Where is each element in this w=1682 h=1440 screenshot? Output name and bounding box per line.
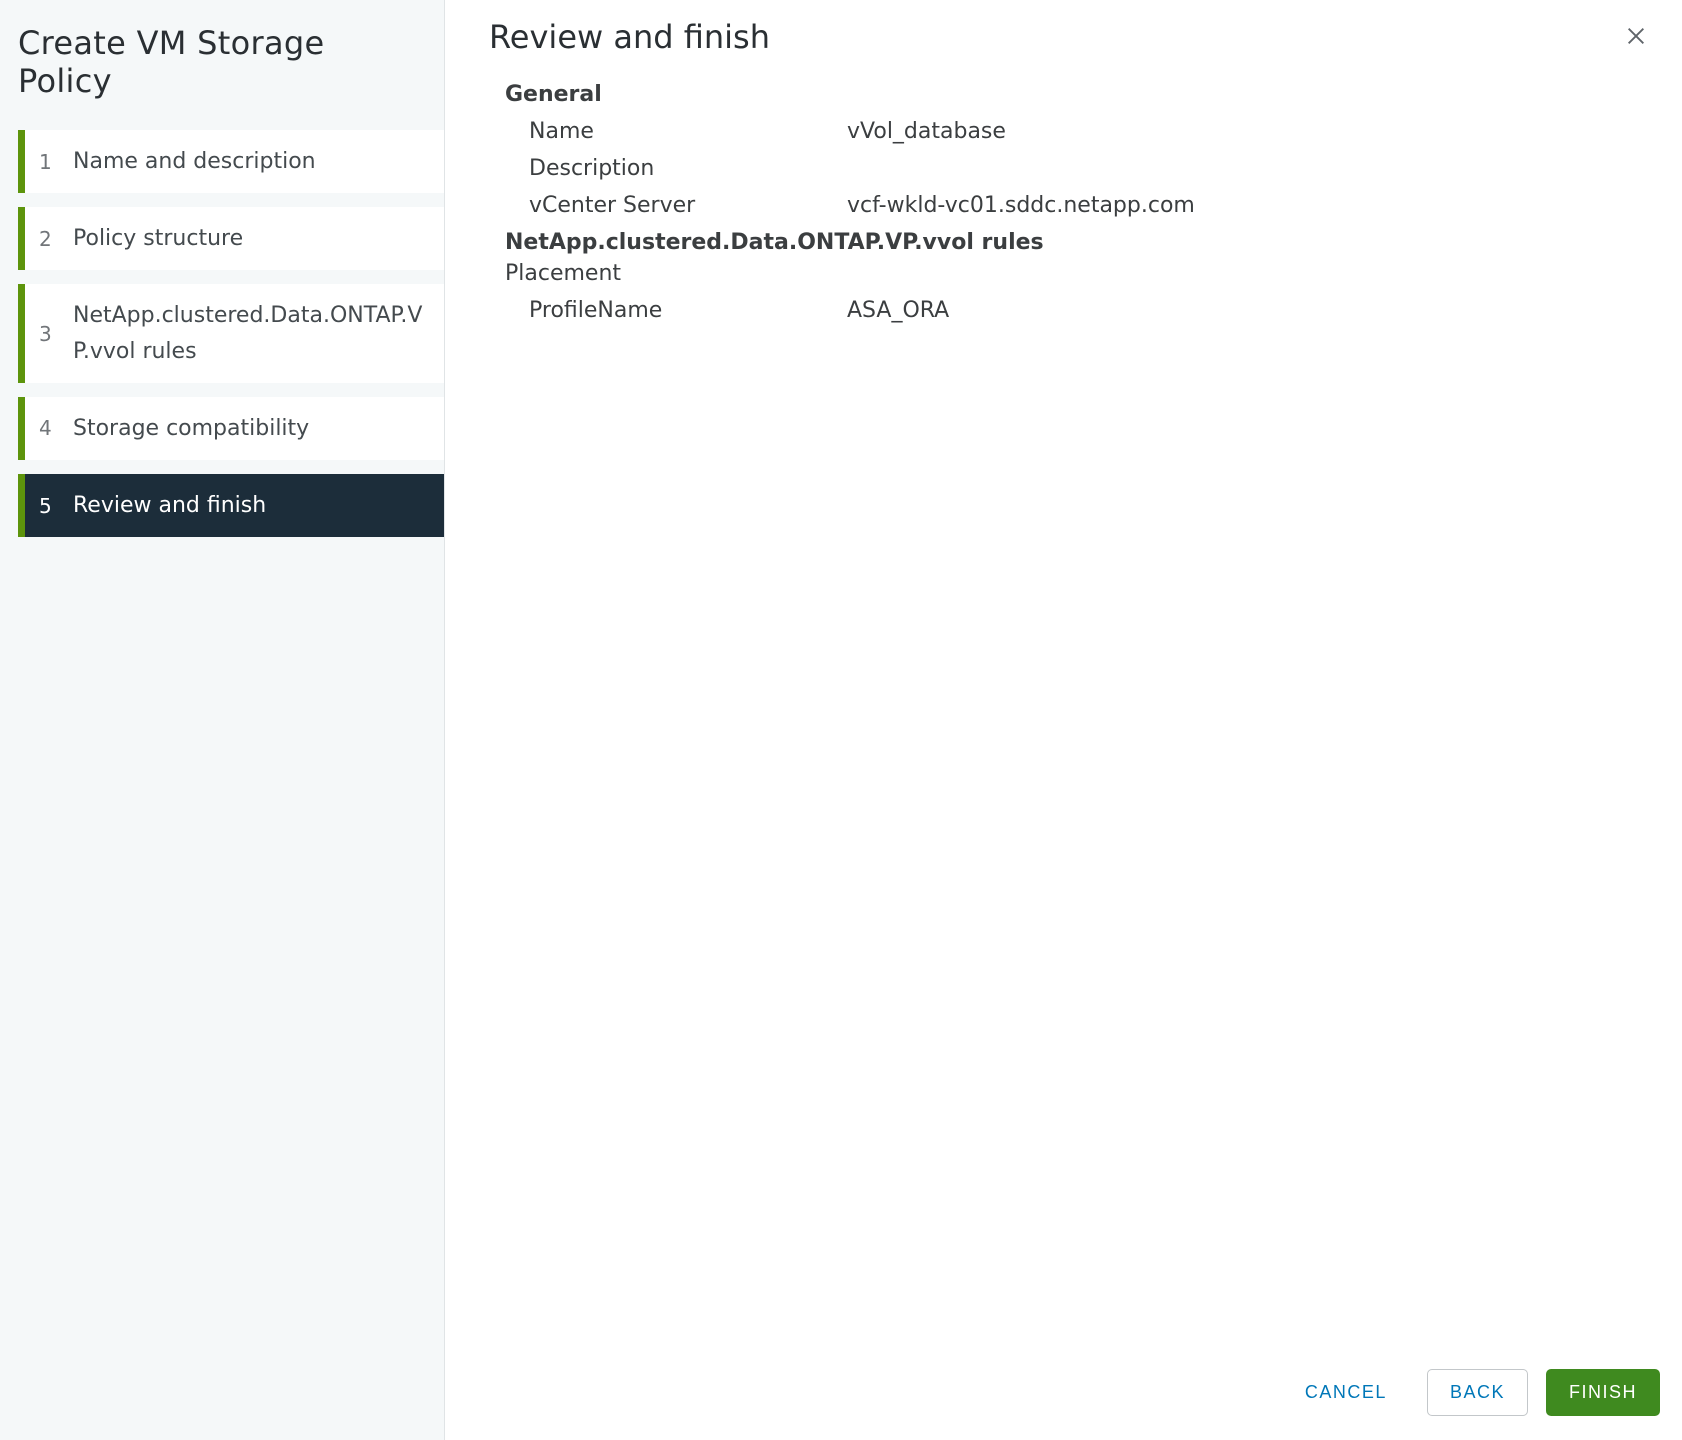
profilename-label: ProfileName xyxy=(505,298,847,323)
step-storage-compatibility[interactable]: 4 Storage compatibility xyxy=(18,397,444,460)
wizard-sidebar: Create VM Storage Policy 1 Name and desc… xyxy=(0,0,445,1440)
review-body: General Name vVol_database Description v… xyxy=(445,74,1682,1349)
vcenter-value: vcf-wkld-vc01.sddc.netapp.com xyxy=(847,193,1638,218)
description-label: Description xyxy=(505,156,847,181)
wizard-footer: CANCEL BACK FINISH xyxy=(445,1349,1682,1440)
step-name-description[interactable]: 1 Name and description xyxy=(18,130,444,193)
step-number: 2 xyxy=(39,223,65,255)
step-number: 4 xyxy=(39,412,65,444)
step-review-finish[interactable]: 5 Review and finish xyxy=(18,474,444,537)
placement-heading: Placement xyxy=(505,261,1638,286)
content-header: Review and finish xyxy=(445,0,1682,74)
cancel-button[interactable]: CANCEL xyxy=(1283,1370,1409,1415)
back-button[interactable]: BACK xyxy=(1427,1369,1528,1416)
profilename-value: ASA_ORA xyxy=(847,298,1638,323)
page-title: Review and finish xyxy=(489,18,770,56)
rules-heading: NetApp.clustered.Data.ONTAP.VP.vvol rule… xyxy=(505,230,1638,255)
step-number: 3 xyxy=(39,318,65,350)
name-value: vVol_database xyxy=(847,119,1638,144)
description-value xyxy=(847,156,1638,181)
wizard-step-list: 1 Name and description 2 Policy structur… xyxy=(0,130,444,537)
vcenter-label: vCenter Server xyxy=(505,193,847,218)
step-policy-structure[interactable]: 2 Policy structure xyxy=(18,207,444,270)
close-icon xyxy=(1625,25,1647,47)
general-vcenter-row: vCenter Server vcf-wkld-vc01.sddc.netapp… xyxy=(505,187,1638,224)
rules-profilename-row: ProfileName ASA_ORA xyxy=(505,292,1638,329)
general-name-row: Name vVol_database xyxy=(505,113,1638,150)
name-label: Name xyxy=(505,119,847,144)
step-label: NetApp.clustered.Data.ONTAP.VP.vvol rule… xyxy=(73,298,432,368)
step-label: Policy structure xyxy=(73,221,432,256)
step-number: 1 xyxy=(39,146,65,178)
content-area: Review and finish General Name vVol_data… xyxy=(445,0,1682,1440)
general-description-row: Description xyxy=(505,150,1638,187)
general-heading: General xyxy=(505,82,1638,107)
step-label: Name and description xyxy=(73,144,432,179)
close-button[interactable] xyxy=(1618,18,1654,54)
step-label: Review and finish xyxy=(73,488,432,523)
step-number: 5 xyxy=(39,490,65,522)
step-label: Storage compatibility xyxy=(73,411,432,446)
wizard-title: Create VM Storage Policy xyxy=(0,0,444,130)
finish-button[interactable]: FINISH xyxy=(1546,1369,1660,1416)
step-vvol-rules[interactable]: 3 NetApp.clustered.Data.ONTAP.VP.vvol ru… xyxy=(18,284,444,382)
